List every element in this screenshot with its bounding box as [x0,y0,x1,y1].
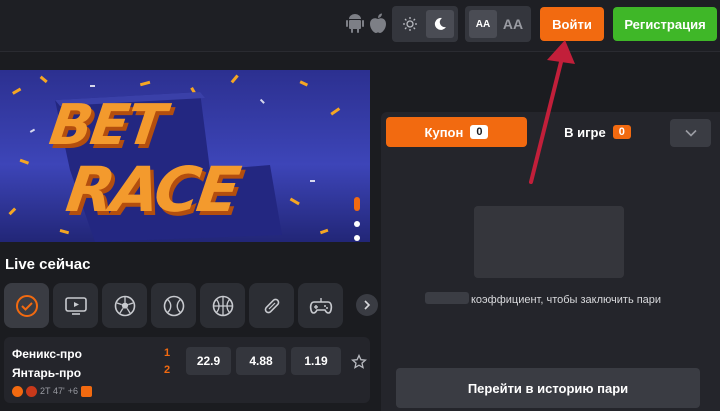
sun-icon [403,17,417,31]
sport-filter-basketball[interactable] [200,283,245,328]
live-match-card[interactable]: Феникс-про Янтарь-про 1 2 22.9 4.88 1.19… [4,337,370,403]
chevron-down-icon [684,129,697,137]
sports-scroll-next-button[interactable] [356,294,378,316]
match-period: 2Т 47' [40,386,65,396]
top-bar: AA AA Войти Регистрация [0,0,720,52]
live-badge-icon [26,385,37,397]
sport-filter-hockey[interactable] [249,283,294,328]
apple-icon[interactable] [369,13,387,33]
bet-race-artwork: BET BET RACE RACE [8,74,341,242]
soccer-ball-icon [114,295,135,316]
dark-theme-button[interactable] [426,10,454,38]
tennis-ball-icon [163,295,184,316]
odd-draw-button[interactable]: 4.88 [236,347,286,375]
sport-filter-soccer[interactable] [102,283,147,328]
login-button[interactable]: Войти [540,7,604,41]
light-theme-button[interactable] [396,10,424,38]
collapse-panel-button[interactable] [670,119,711,147]
moon-icon [434,17,446,30]
tab-in-game-count: 0 [612,125,631,139]
live-section-title: Live сейчас [5,256,91,273]
sport-filter-all[interactable] [4,283,49,328]
gamepad-icon [309,297,332,314]
match-more-markets: +6 [67,386,78,396]
banner-pagination [354,197,362,242]
register-button[interactable]: Регистрация [613,7,717,41]
theme-toggle [392,6,458,42]
team-away-name: Янтарь-про [12,366,82,380]
promo-banner[interactable]: BET BET RACE RACE [0,70,370,242]
pagination-dot[interactable] [354,235,360,241]
sport-filter-tennis[interactable] [151,283,196,328]
tab-in-game-label: В игре [564,124,606,140]
empty-coupon-illustration [474,206,624,278]
favorite-star-icon[interactable] [351,354,367,370]
svg-text:BET: BET [46,93,175,158]
bet-slip-panel: Купон 0 В игре 0 коэффициент, чтобы закл… [381,112,720,411]
bet-history-button[interactable]: Перейти в историю пари [396,368,700,408]
pagination-dot-active[interactable] [354,197,360,211]
sport-filter-tv[interactable] [53,283,98,328]
basketball-icon [212,295,233,316]
hint-redacted-text [425,292,469,304]
live-stream-icon [81,385,92,397]
tab-in-game[interactable]: В игре 0 [527,117,668,147]
tv-icon [64,296,87,315]
match-info-row: 2Т 47' +6 [12,384,92,398]
svg-text:RACE: RACE [62,153,244,226]
odd-home-button[interactable]: 22.9 [186,347,231,375]
pagination-dot[interactable] [354,221,360,227]
team-away-marker: 2 [164,364,171,376]
check-circle-icon [15,294,38,317]
odd-away-button[interactable]: 1.19 [291,347,341,375]
sport-filter-esports[interactable] [298,283,343,328]
hockey-stick-icon [264,298,279,313]
font-size-toggle: AA AA [465,6,531,42]
tab-coupon-label: Купон [424,124,464,140]
tab-coupon-count: 0 [470,125,489,139]
font-small-button[interactable]: AA [469,10,497,38]
font-large-button[interactable]: AA [499,10,527,38]
sport-soccer-mini-icon [12,385,23,397]
android-icon[interactable] [346,13,364,33]
team-home-name: Феникс-про [12,347,82,361]
app-root: AA AA Войти Регистрация BET BET RACE RAC… [0,0,720,411]
tab-coupon[interactable]: Купон 0 [386,117,527,147]
empty-coupon-hint: коэффициент, чтобы заключить пари [471,294,662,306]
chevron-right-icon [364,300,371,310]
team-home-marker: 1 [164,347,171,359]
